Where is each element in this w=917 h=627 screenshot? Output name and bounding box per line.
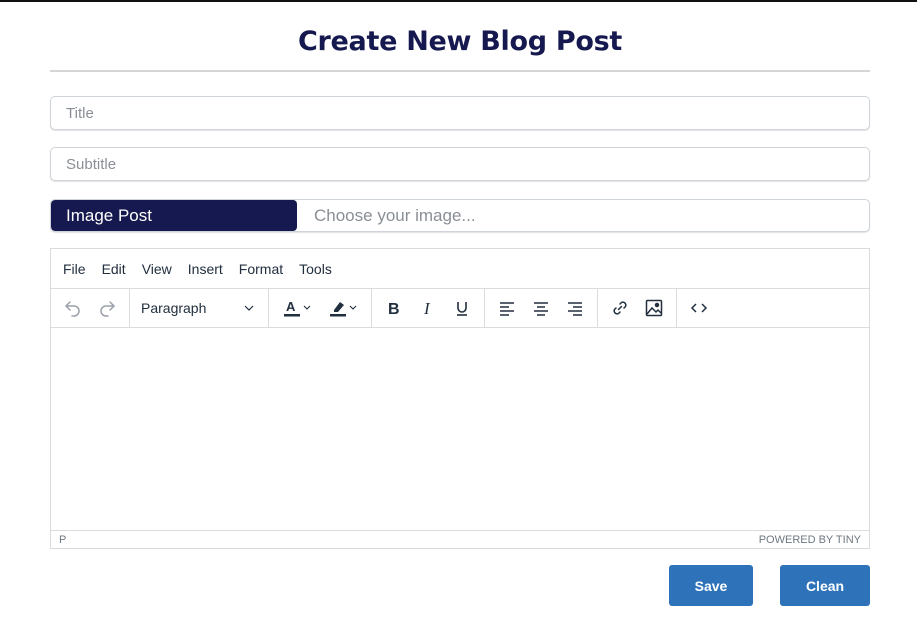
align-center-button[interactable] [524, 293, 558, 323]
menu-insert[interactable]: Insert [188, 261, 223, 277]
block-format-value: Paragraph [141, 300, 207, 316]
bold-button[interactable]: B [377, 293, 411, 323]
image-button[interactable] [637, 293, 671, 323]
editor-menubar: File Edit View Insert Format Tools [51, 249, 869, 289]
menu-tools[interactable]: Tools [299, 261, 332, 277]
title-divider [50, 70, 870, 72]
underline-button[interactable] [445, 293, 479, 323]
align-left-icon [500, 302, 514, 316]
top-border [0, 0, 917, 2]
title-input[interactable] [51, 97, 869, 129]
italic-icon: I [423, 299, 431, 318]
italic-button[interactable]: I [411, 293, 445, 323]
undo-icon [65, 301, 80, 317]
redo-button[interactable] [90, 293, 124, 323]
title-field-wrapper [50, 96, 870, 130]
align-right-icon [568, 302, 582, 316]
insert-group [598, 289, 677, 327]
image-file-picker[interactable]: Image Post Choose your image... [50, 199, 870, 232]
align-left-button[interactable] [490, 293, 524, 323]
editor-statusbar: P POWERED BY TINY [51, 530, 869, 548]
element-path[interactable]: P [59, 534, 66, 546]
redo-icon [100, 301, 115, 317]
save-button[interactable]: Save [669, 565, 753, 606]
svg-text:I: I [423, 299, 431, 318]
underline-icon [457, 302, 467, 316]
page-title: Create New Blog Post [298, 26, 622, 57]
link-button[interactable] [603, 293, 637, 323]
editor-content-area[interactable] [51, 328, 869, 530]
menu-edit[interactable]: Edit [102, 261, 126, 277]
align-right-button[interactable] [558, 293, 592, 323]
menu-view[interactable]: View [142, 261, 172, 277]
block-format-select[interactable]: Paragraph [135, 293, 263, 323]
align-center-icon [534, 302, 548, 316]
block-format-group: Paragraph [130, 289, 269, 327]
bold-icon: B [388, 301, 400, 318]
menu-format[interactable]: Format [239, 261, 283, 277]
image-icon [645, 299, 663, 317]
history-group [51, 289, 130, 327]
highlight-color-icon [330, 302, 357, 317]
undo-button[interactable] [56, 293, 90, 323]
link-icon [613, 301, 627, 315]
chevron-down-icon [244, 305, 254, 311]
color-group: A [269, 289, 372, 327]
source-code-button[interactable] [682, 293, 716, 323]
text-style-group: B I [372, 289, 485, 327]
clean-button[interactable]: Clean [780, 565, 870, 606]
svg-text:B: B [388, 301, 400, 318]
text-color-icon: A [284, 299, 311, 317]
svg-text:A: A [286, 299, 296, 314]
alignment-group [485, 289, 598, 327]
highlight-color-button[interactable] [320, 293, 366, 323]
menu-file[interactable]: File [63, 261, 86, 277]
editor-toolbar: Paragraph A B I [51, 289, 869, 328]
rich-text-editor: File Edit View Insert Format Tools Parag… [50, 248, 870, 549]
powered-by-branding[interactable]: POWERED BY TINY [759, 534, 861, 546]
choose-image-placeholder[interactable]: Choose your image... [297, 200, 869, 231]
image-post-label[interactable]: Image Post [51, 200, 297, 231]
source-code-icon [690, 303, 708, 313]
code-group [677, 289, 721, 327]
text-color-button[interactable]: A [274, 293, 320, 323]
subtitle-field-wrapper [50, 147, 870, 181]
subtitle-input[interactable] [51, 148, 869, 180]
